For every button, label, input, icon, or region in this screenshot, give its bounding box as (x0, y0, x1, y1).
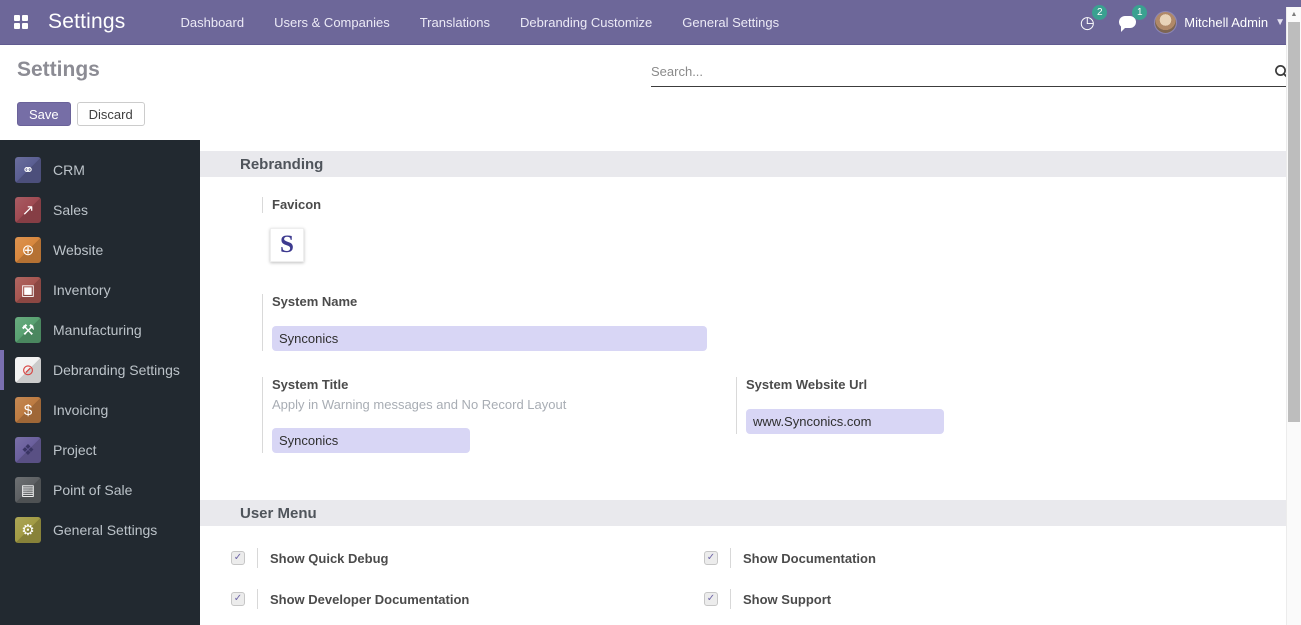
option-show-quick-debug: Show Quick Debug (231, 548, 704, 568)
divider (730, 548, 731, 568)
sidebar-item-label: Project (53, 442, 97, 458)
sidebar-item-label: Website (53, 242, 104, 258)
system-website-url-input[interactable] (746, 409, 944, 434)
divider (730, 589, 731, 609)
user-avatar (1154, 10, 1178, 34)
project-icon: ❖ (15, 437, 41, 463)
sidebar-item-project[interactable]: ❖ Project (0, 430, 200, 470)
system-website-url-field-group: System Website Url (736, 377, 1036, 434)
option-show-developer-documentation: Show Developer Documentation (231, 589, 704, 609)
section-title: Rebranding (240, 155, 324, 173)
app-brand-title[interactable]: Settings (48, 10, 125, 34)
sidebar-item-inventory[interactable]: ▣ Inventory (0, 270, 200, 310)
debranding-icon: ⊘ (15, 357, 41, 383)
top-navbar: Settings Dashboard Users & Companies Tra… (0, 0, 1301, 45)
menu-general-settings[interactable]: General Settings (672, 0, 789, 44)
scrollbar-thumb[interactable] (1288, 22, 1300, 422)
section-rebranding: Rebranding (200, 151, 1286, 177)
favicon-image[interactable]: S (270, 228, 304, 262)
menu-debranding-customize[interactable]: Debranding Customize (510, 0, 662, 44)
apps-menu-icon[interactable] (0, 0, 42, 45)
sidebar-item-label: Inventory (53, 282, 111, 298)
action-buttons: Save Discard (17, 102, 145, 126)
sidebar-item-label: Sales (53, 202, 89, 218)
favicon-letter: S (280, 231, 294, 258)
sidebar-item-general-settings[interactable]: ⚙ General Settings (0, 510, 200, 550)
menu-users-companies[interactable]: Users & Companies (264, 0, 400, 44)
option-label: Show Developer Documentation (270, 591, 470, 607)
sidebar-item-website[interactable]: ⊕ Website (0, 230, 200, 270)
manufacturing-icon: ⚒ (15, 317, 41, 343)
chevron-down-icon: ▼ (1275, 16, 1285, 28)
section-title: User Menu (240, 504, 317, 522)
settings-form: Rebranding Favicon S System Name System … (200, 140, 1301, 625)
sidebar-item-invoicing[interactable]: $ Invoicing (0, 390, 200, 430)
general-settings-icon: ⚙ (15, 517, 41, 543)
system-website-url-label: System Website Url (746, 377, 868, 392)
title-url-row: System Title Apply in Warning messages a… (200, 377, 1286, 453)
option-label: Show Documentation (743, 550, 876, 566)
sidebar-item-label: Debranding Settings (53, 362, 180, 378)
sidebar-item-label: Manufacturing (53, 322, 142, 338)
section-user-menu: User Menu (200, 500, 1286, 526)
inventory-icon: ▣ (15, 277, 41, 303)
crm-icon: ⚭ (15, 157, 41, 183)
user-menu[interactable]: Mitchell Admin ▼ (1154, 10, 1285, 34)
sidebar-item-label: Point of Sale (53, 482, 133, 498)
sidebar-item-manufacturing[interactable]: ⚒ Manufacturing (0, 310, 200, 350)
sidebar-item-crm[interactable]: ⚭ CRM (0, 150, 200, 190)
vertical-scrollbar[interactable]: ▲ (1286, 7, 1301, 625)
sidebar-item-debranding-settings[interactable]: ⊘ Debranding Settings (0, 350, 200, 390)
control-panel: Settings Save Discard (0, 45, 1301, 140)
user-menu-options: Show Quick Debug Show Documentation Show… (231, 548, 1286, 609)
system-name-field-group: System Name (262, 294, 708, 351)
messages-count-badge: 1 (1132, 5, 1148, 20)
settings-sidebar: ⚭ CRM ↗ Sales ⊕ Website ▣ Inventory ⚒ Ma… (0, 140, 200, 625)
favicon-label: Favicon (272, 197, 322, 212)
option-label: Show Support (743, 591, 832, 607)
discard-button[interactable]: Discard (76, 102, 145, 126)
grid-icon (14, 15, 28, 29)
show-documentation-checkbox[interactable] (704, 551, 718, 565)
sales-icon: ↗ (15, 197, 41, 223)
sidebar-item-sales[interactable]: ↗ Sales (0, 190, 200, 230)
menu-dashboard[interactable]: Dashboard (170, 0, 254, 44)
system-name-input[interactable] (272, 326, 707, 351)
messages-bubble-icon[interactable]: 1 (1114, 5, 1148, 35)
option-show-documentation: Show Documentation (704, 548, 1286, 568)
user-name: Mitchell Admin (1184, 14, 1269, 30)
system-title-input[interactable] (272, 428, 470, 453)
invoicing-icon: $ (15, 397, 41, 423)
topbar-systray: ◷ 2 1 Mitchell Admin ▼ (1074, 5, 1301, 35)
show-quick-debug-checkbox[interactable] (231, 551, 245, 565)
show-support-checkbox[interactable] (704, 592, 718, 606)
system-title-label: System Title (272, 377, 349, 392)
search-bar (651, 57, 1291, 87)
sidebar-item-point-of-sale[interactable]: ▤ Point of Sale (0, 470, 200, 510)
activities-clock-icon[interactable]: ◷ 2 (1074, 5, 1108, 35)
divider (257, 548, 258, 568)
settings-page: Settings Dashboard Users & Companies Tra… (0, 0, 1301, 625)
page-title: Settings (17, 58, 100, 81)
activities-count-badge: 2 (1092, 5, 1108, 20)
favicon-field-group: Favicon (262, 197, 1286, 213)
menu-translations[interactable]: Translations (410, 0, 500, 44)
system-title-field-group: System Title Apply in Warning messages a… (262, 377, 708, 453)
search-input[interactable] (651, 64, 1273, 79)
point-of-sale-icon: ▤ (15, 477, 41, 503)
sidebar-item-label: Invoicing (53, 402, 109, 418)
sidebar-item-label: General Settings (53, 522, 158, 538)
option-show-support: Show Support (704, 589, 1286, 609)
divider (257, 589, 258, 609)
sidebar-item-label: CRM (53, 162, 85, 178)
system-title-help: Apply in Warning messages and No Record … (272, 397, 567, 412)
show-developer-documentation-checkbox[interactable] (231, 592, 245, 606)
system-name-label: System Name (272, 294, 358, 309)
website-icon: ⊕ (15, 237, 41, 263)
save-button[interactable]: Save (17, 102, 71, 126)
scroll-up-arrow[interactable]: ▲ (1287, 7, 1301, 22)
top-menu: Dashboard Users & Companies Translations… (165, 0, 794, 44)
option-label: Show Quick Debug (270, 550, 389, 566)
